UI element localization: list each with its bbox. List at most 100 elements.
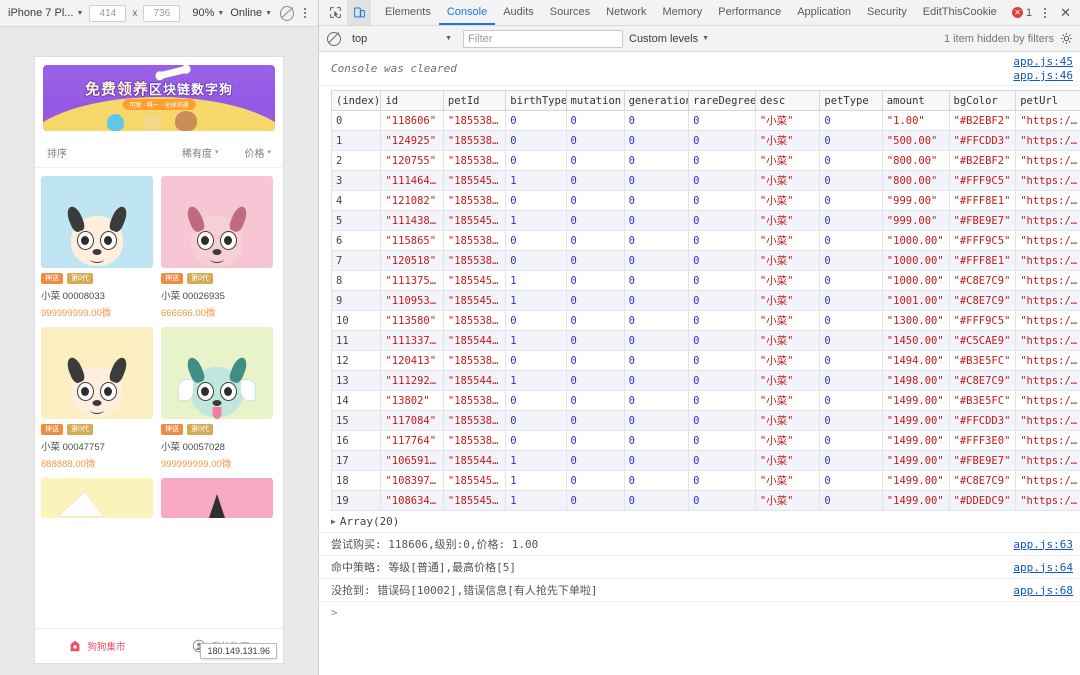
table-header-row: (index) id petId birthType mutation gene…	[330, 90, 1080, 111]
table-cell-generation: 0	[623, 150, 690, 171]
col-generation[interactable]: generation	[623, 90, 690, 111]
tab-network[interactable]: Network	[598, 0, 654, 25]
col-desc[interactable]: desc	[754, 90, 821, 111]
settings-gear-icon[interactable]	[1060, 32, 1073, 45]
pet-thumbnail	[161, 176, 273, 268]
pet-grid: 神送 第0代 小菜 00008033 999999999.00微 神送 第0代 …	[35, 168, 283, 519]
context-selector[interactable]: top ▼	[347, 32, 457, 46]
pet-card[interactable]: 神送 第0代 小菜 00026935 666666.00微	[161, 176, 273, 319]
table-cell-bgColor: "#FBE9E7"	[948, 450, 1017, 471]
sort-by-rarity[interactable]: 稀有度 ▾	[182, 145, 219, 160]
close-devtools-icon[interactable]: ✕	[1058, 6, 1073, 19]
tab-market[interactable]: 狗狗集市	[35, 639, 159, 653]
table-cell-mutation: 0	[565, 330, 625, 351]
tab-security[interactable]: Security	[859, 0, 915, 25]
col-id[interactable]: id	[380, 90, 444, 111]
console-filter-input[interactable]: Filter	[463, 29, 623, 48]
table-cell-mutation: 0	[565, 150, 625, 171]
pet-card[interactable]	[161, 478, 273, 519]
clear-console-icon[interactable]	[327, 31, 341, 46]
table-cell-generation: 0	[623, 410, 690, 431]
pet-card[interactable]	[41, 478, 153, 519]
table-cell-bgColor: "#FFF9C5"	[948, 310, 1017, 331]
table-cell-amount: "1000.00"	[881, 270, 950, 291]
table-cell-petId: "185538951…	[442, 150, 507, 171]
device-emulation-pane: iPhone 7 Pl... ▼ 414 x 736 90% ▼ Online …	[0, 0, 319, 675]
table-cell-id: "1114380"	[380, 210, 444, 231]
table-cell-id: "117764"	[380, 430, 444, 451]
pet-card[interactable]: 神送 第0代 小菜 00008033 999999999.00微	[41, 176, 153, 319]
viewport-width-input[interactable]: 414	[89, 4, 127, 22]
col-index[interactable]: (index)	[330, 90, 382, 111]
tab-performance[interactable]: Performance	[710, 0, 789, 25]
col-petid[interactable]: petId	[442, 90, 507, 111]
phone-viewport: 免费领养区块链数字狗 可爱 · 唯一 · 全球流通 排序 稀有度 ▾ 价格 ▾ …	[34, 56, 284, 664]
zoom-selector[interactable]: 90% ▼	[192, 7, 224, 19]
console-message-list[interactable]: Console was cleared app.js:45 app.js:46	[319, 52, 1080, 675]
dog-illustration	[64, 204, 130, 266]
table-cell-generation: 0	[623, 430, 690, 451]
pet-card[interactable]: 神送 第0代 小菜 00057028 999999999.00微	[161, 327, 273, 470]
rotate-icon[interactable]	[280, 5, 295, 21]
table-cell-bgColor: "#FFCDD3"	[948, 410, 1017, 431]
table-cell-amount: "999.00"	[881, 190, 950, 211]
col-raredegree[interactable]: rareDegree	[688, 90, 756, 111]
table-cell-amount: "800.00"	[881, 170, 950, 191]
table-cell-desc: "小菜"	[754, 250, 821, 271]
source-link[interactable]: app.js:64	[1013, 561, 1073, 574]
array-expand-row[interactable]: ▶ Array(20)	[319, 511, 1080, 533]
col-bgcolor[interactable]: bgColor	[948, 90, 1017, 111]
table-cell-bgColor: "#FFCDD3"	[948, 130, 1017, 151]
table-cell-amount: "1300.00"	[881, 310, 950, 331]
inspect-element-icon[interactable]	[323, 0, 347, 25]
table-cell-generation: 0	[623, 250, 690, 271]
device-name-label: iPhone 7 Pl...	[8, 7, 74, 19]
table-cell-petUrl: "https://b…	[1015, 110, 1080, 131]
tab-elements[interactable]: Elements	[377, 0, 439, 25]
pet-tags: 神送 第0代	[161, 273, 273, 285]
toggle-device-toolbar-icon[interactable]	[347, 0, 371, 25]
tab-audits[interactable]: Audits	[495, 0, 542, 25]
error-count-badge[interactable]: ✕ 1	[1011, 7, 1032, 19]
table-row: 18"1083973""185545504…1000"小菜"0"1499.00"…	[330, 470, 1080, 491]
tab-memory[interactable]: Memory	[655, 0, 711, 25]
table-row: 11"1113376""185544542…1000"小菜"0"1450.00"…	[330, 330, 1080, 351]
source-link[interactable]: app.js:68	[1013, 584, 1073, 597]
table-cell-desc: "小菜"	[754, 470, 821, 491]
device-selector[interactable]: iPhone 7 Pl... ▼	[8, 7, 83, 19]
more-tools-icon[interactable]	[1040, 7, 1050, 18]
source-link[interactable]: app.js:46	[1013, 69, 1073, 82]
sort-by-price[interactable]: 价格 ▾	[244, 145, 271, 160]
table-cell-desc: "小菜"	[754, 210, 821, 231]
col-mutation[interactable]: mutation	[565, 90, 625, 111]
pet-thumbnail	[41, 176, 153, 268]
col-amount[interactable]: amount	[881, 90, 950, 111]
col-peturl[interactable]: petUrl	[1015, 90, 1080, 111]
pet-card[interactable]: 神送 第0代 小菜 00047757 888888.00微	[41, 327, 153, 470]
table-cell-bgColor: "#DDEDC9"	[948, 490, 1017, 511]
tab-editthiscookie[interactable]: EditThisCookie	[915, 0, 1005, 25]
source-link[interactable]: app.js:45	[1013, 55, 1073, 68]
device-stage: 免费领养区块链数字狗 可爱 · 唯一 · 全球流通 排序 稀有度 ▾ 价格 ▾ …	[0, 27, 318, 675]
table-cell-id: "120518"	[380, 250, 444, 271]
tab-console[interactable]: Console	[438, 0, 496, 25]
col-birthtype[interactable]: birthType	[505, 90, 567, 111]
table-cell-bgColor: "#FFF9C5"	[948, 230, 1017, 251]
table-cell-birthType: 0	[505, 230, 567, 251]
more-options-icon[interactable]	[300, 8, 310, 18]
table-cell-id: "120413"	[380, 350, 444, 371]
col-pettype[interactable]: petType	[819, 90, 883, 111]
log-levels-selector[interactable]: Custom levels ▼	[629, 33, 709, 45]
console-prompt[interactable]: >	[319, 602, 1080, 623]
table-cell-id: "120755"	[380, 150, 444, 171]
table-cell-birthType: 1	[505, 490, 567, 511]
tab-sources[interactable]: Sources	[542, 0, 598, 25]
pet-tag-secondary: 第0代	[187, 424, 213, 436]
viewport-height-input[interactable]: 736	[143, 4, 181, 22]
tab-application[interactable]: Application	[789, 0, 859, 25]
throttling-selector[interactable]: Online ▼	[230, 7, 272, 19]
source-link[interactable]: app.js:63	[1013, 538, 1073, 551]
console-message: 尝试购买: 118606,级别:0,价格: 1.00 app.js:63	[319, 533, 1080, 556]
chevron-right-icon[interactable]: ▶	[331, 517, 336, 526]
promo-banner[interactable]: 免费领养区块链数字狗 可爱 · 唯一 · 全球流通	[43, 65, 275, 131]
